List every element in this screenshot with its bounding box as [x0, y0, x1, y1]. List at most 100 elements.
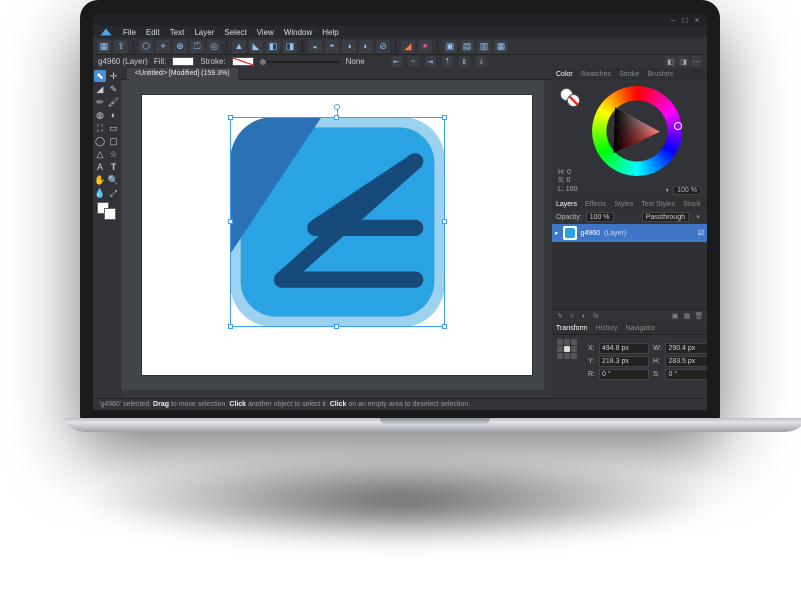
- menu-help[interactable]: Help: [322, 28, 338, 37]
- tool-hex-icon[interactable]: ⬡: [139, 40, 153, 53]
- tool-bool-sub-icon[interactable]: ◓: [325, 40, 339, 53]
- align-hcenter-icon[interactable]: ⇔: [408, 56, 419, 67]
- tab-stock[interactable]: Stock: [683, 201, 701, 208]
- tab-transform[interactable]: Transform: [556, 325, 588, 332]
- layer-expand-icon[interactable]: ▸: [555, 229, 559, 237]
- tool-bool-int-icon[interactable]: ◑: [342, 40, 356, 53]
- opacity-value[interactable]: 100 %: [673, 186, 701, 195]
- tab-textstyles[interactable]: Text Styles: [641, 201, 675, 208]
- document-tab[interactable]: <Untitled> [Modified] (159.3%): [127, 68, 238, 80]
- tool-star[interactable]: ☆: [108, 148, 120, 160]
- foreback-swatch[interactable]: [94, 202, 120, 220]
- studio-settings-icon[interactable]: ⋯: [691, 56, 702, 67]
- window-maximize[interactable]: □: [679, 16, 691, 25]
- layer-blend-more-icon[interactable]: ▾: [693, 213, 703, 222]
- scrollbar-horizontal[interactable]: [121, 390, 552, 398]
- layer-mask-icon[interactable]: ◊: [567, 312, 577, 321]
- tool-zoom[interactable]: 🔍: [108, 174, 120, 186]
- handle-s[interactable]: [334, 324, 339, 329]
- anchor-grid[interactable]: [557, 339, 577, 359]
- tf-h[interactable]: 283.5 px: [665, 356, 707, 367]
- handle-w[interactable]: [228, 219, 233, 224]
- tab-navigator[interactable]: Navigator: [625, 325, 655, 332]
- tool-bool-div-icon[interactable]: ⊘: [376, 40, 390, 53]
- layer-edit-all-icon[interactable]: ✎: [555, 312, 565, 321]
- tool-magnet-icon[interactable]: ⊕: [173, 40, 187, 53]
- menu-select[interactable]: Select: [224, 28, 246, 37]
- color-panel-swatches[interactable]: [560, 88, 580, 106]
- fill-swatch[interactable]: [172, 57, 194, 66]
- studio-toggle-right-icon[interactable]: ◨: [678, 56, 689, 67]
- tool-corner-icon[interactable]: ◢: [401, 40, 415, 53]
- tool-order-backward-icon[interactable]: ▥: [477, 40, 491, 53]
- rotation-handle[interactable]: [334, 104, 340, 110]
- tool-frametext[interactable]: 𝐓: [108, 161, 120, 173]
- tool-order-back-icon[interactable]: ▦: [494, 40, 508, 53]
- tf-r[interactable]: 0 °: [599, 369, 649, 380]
- layer-addgroup-icon[interactable]: ▣: [670, 312, 680, 321]
- layer-blendmode[interactable]: Passthrough: [642, 212, 689, 222]
- tool-bool-union-icon[interactable]: ◒: [308, 40, 322, 53]
- tool-brush[interactable]: 🖌: [108, 96, 120, 108]
- tool-spray-icon[interactable]: ✶: [418, 40, 432, 53]
- tool-roundrect[interactable]: ▢: [108, 135, 120, 147]
- layer-row[interactable]: ▸ g4960 (Layer) ☑: [552, 224, 707, 242]
- hue-picker-dot[interactable]: [674, 122, 682, 130]
- tool-hand[interactable]: ✋: [94, 174, 106, 186]
- menu-window[interactable]: Window: [284, 28, 312, 37]
- stroke-swatch[interactable]: [232, 57, 254, 66]
- tool-crop[interactable]: ⛶: [94, 122, 106, 134]
- tf-s[interactable]: 0 °: [665, 369, 707, 380]
- tool-share-icon[interactable]: ⇪: [114, 40, 128, 53]
- tab-history[interactable]: History: [596, 325, 618, 332]
- tab-brushes[interactable]: Brushes: [647, 71, 673, 78]
- tool-snap-icon[interactable]: ⌖: [156, 40, 170, 53]
- tab-stroke[interactable]: Stroke: [619, 71, 639, 78]
- menu-view[interactable]: View: [257, 28, 274, 37]
- tool-pencil[interactable]: ✏: [94, 96, 106, 108]
- tool-order-front-icon[interactable]: ▣: [443, 40, 457, 53]
- studio-toggle-left-icon[interactable]: ◧: [665, 56, 676, 67]
- stroke-width-slider[interactable]: [260, 61, 340, 63]
- tool-target-icon[interactable]: ◎: [207, 40, 221, 53]
- tf-y[interactable]: 218.3 px: [599, 356, 649, 367]
- tool-lock-icon[interactable]: ⏍: [190, 40, 204, 53]
- layer-fx-icon[interactable]: fx: [591, 312, 601, 321]
- align-bottom-icon[interactable]: ⤓: [476, 56, 487, 67]
- tab-swatches[interactable]: Swatches: [581, 71, 611, 78]
- layer-delete-icon[interactable]: 🗑: [694, 312, 704, 321]
- tool-node[interactable]: ✛: [108, 70, 120, 82]
- tool-flip-v-icon[interactable]: ◣: [249, 40, 263, 53]
- handle-sw[interactable]: [228, 324, 233, 329]
- tool-flip-h-icon[interactable]: ▲: [232, 40, 246, 53]
- scrollbar-vertical[interactable]: [544, 80, 552, 390]
- tab-layers[interactable]: Layers: [556, 201, 577, 208]
- tool-bool-xor-icon[interactable]: ◐: [359, 40, 373, 53]
- tab-color[interactable]: Color: [556, 71, 573, 78]
- layer-opacity-value[interactable]: 100 %: [586, 212, 614, 222]
- handle-n[interactable]: [334, 115, 339, 120]
- tool-shape[interactable]: ▭: [108, 122, 120, 134]
- align-right-icon[interactable]: ⇥: [425, 56, 436, 67]
- menu-edit[interactable]: Edit: [146, 28, 160, 37]
- layer-adjust-icon[interactable]: ◐: [579, 312, 589, 321]
- tool-corner[interactable]: ◢: [94, 83, 106, 95]
- menu-text[interactable]: Text: [170, 28, 185, 37]
- menu-file[interactable]: File: [123, 28, 136, 37]
- tool-ellipse[interactable]: ◯: [94, 135, 106, 147]
- layer-addpixel-icon[interactable]: ▦: [682, 312, 692, 321]
- window-close[interactable]: ×: [691, 16, 703, 25]
- handle-ne[interactable]: [442, 115, 447, 120]
- canvas[interactable]: [121, 80, 552, 390]
- tab-styles[interactable]: Styles: [614, 201, 633, 208]
- layer-visible-icon[interactable]: ☑: [698, 229, 704, 237]
- tool-move[interactable]: ⬉: [94, 70, 106, 82]
- tool-grid-icon[interactable]: ▦: [97, 40, 111, 53]
- tool-order-forward-icon[interactable]: ▤: [460, 40, 474, 53]
- handle-se[interactable]: [442, 324, 447, 329]
- window-minimize[interactable]: –: [667, 16, 679, 25]
- align-top-icon[interactable]: ⤒: [442, 56, 453, 67]
- tool-pen[interactable]: ✎: [108, 83, 120, 95]
- align-vcenter-icon[interactable]: ⇕: [459, 56, 470, 67]
- handle-nw[interactable]: [228, 115, 233, 120]
